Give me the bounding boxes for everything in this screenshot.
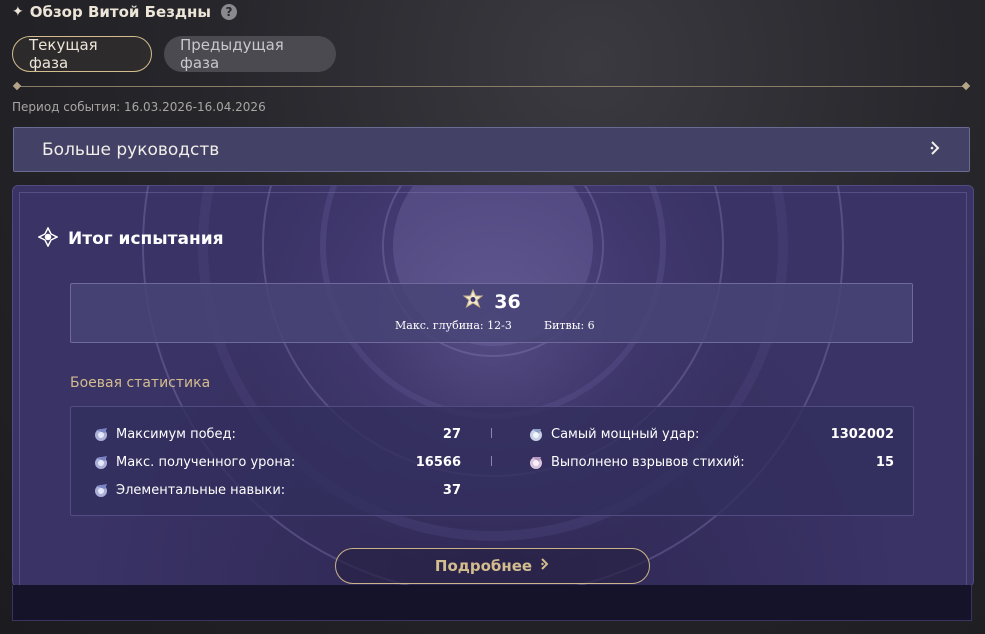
chevron-right-icon: [929, 140, 941, 159]
stat-value: 37: [442, 482, 461, 498]
stat-value: 16566: [415, 454, 461, 470]
stat-label: Самый мощный удар:: [551, 426, 700, 442]
page-title: Обзор Витой Бездны: [29, 3, 211, 21]
event-period: Период события: 16.03.2026-16.04.2026: [12, 100, 266, 114]
stat-row: Максимум побед: 27: [93, 423, 461, 445]
panel-bottom-strip: [12, 585, 972, 621]
character-portrait-icon: [530, 456, 542, 469]
character-portrait-icon: [95, 455, 107, 469]
battles-count: Битвы: 6: [544, 319, 595, 332]
stat-label: Элементальные навыки:: [116, 482, 286, 498]
stat-label: Максимум побед:: [116, 426, 236, 442]
stat-label: Макс. полученного урона:: [116, 454, 296, 470]
battle-stats-title: Боевая статистика: [70, 375, 211, 391]
abyss-emblem-icon: [37, 226, 59, 251]
more-guides-button[interactable]: Больше руководств: [13, 127, 970, 172]
stat-label: Выполнено взрывов стихий:: [551, 454, 745, 470]
stat-value: 15: [875, 454, 894, 470]
stat-value: 27: [442, 426, 461, 442]
stat-row: Выполнено взрывов стихий: 15: [528, 451, 894, 473]
more-guides-label: Больше руководств: [42, 139, 220, 160]
sparkle-icon: ✦: [12, 4, 24, 20]
challenge-summary-header: Итог испытания: [37, 226, 224, 251]
character-portrait-icon: [530, 428, 542, 441]
tab-current-phase[interactable]: Текущая фаза: [12, 36, 152, 72]
character-portrait-icon: [95, 483, 107, 497]
phase-tabs: Текущая фаза Предыдущая фаза: [12, 36, 336, 72]
question-icon[interactable]: ?: [220, 4, 237, 20]
ornamental-divider: [12, 81, 971, 91]
column-separator: [491, 428, 492, 438]
stat-row: Элементальные навыки: 37: [93, 479, 461, 501]
challenge-summary-title: Итог испытания: [68, 229, 224, 249]
column-separator: [491, 456, 492, 466]
total-stars: 36: [494, 291, 521, 313]
stat-row: Макс. полученного урона: 16566: [93, 451, 461, 473]
stat-row: Самый мощный удар: 1302002: [528, 423, 894, 445]
chevron-right-icon: [540, 558, 550, 574]
details-button[interactable]: Подробнее: [335, 548, 650, 584]
battle-stats-box: Максимум побед: 27 Макс. полученного уро…: [70, 406, 914, 516]
tab-previous-phase[interactable]: Предыдущая фаза: [164, 36, 336, 72]
max-depth: Макс. глубина: 12-3: [395, 319, 512, 332]
abyss-star-icon: [462, 288, 484, 315]
stat-value: 1302002: [830, 426, 894, 442]
stars-summary-card: 36 Макс. глубина: 12-3 Битвы: 6: [70, 283, 913, 343]
details-button-label: Подробнее: [434, 557, 533, 575]
character-portrait-icon: [95, 427, 107, 441]
page-header: ✦ Обзор Витой Бездны ?: [12, 1, 237, 23]
